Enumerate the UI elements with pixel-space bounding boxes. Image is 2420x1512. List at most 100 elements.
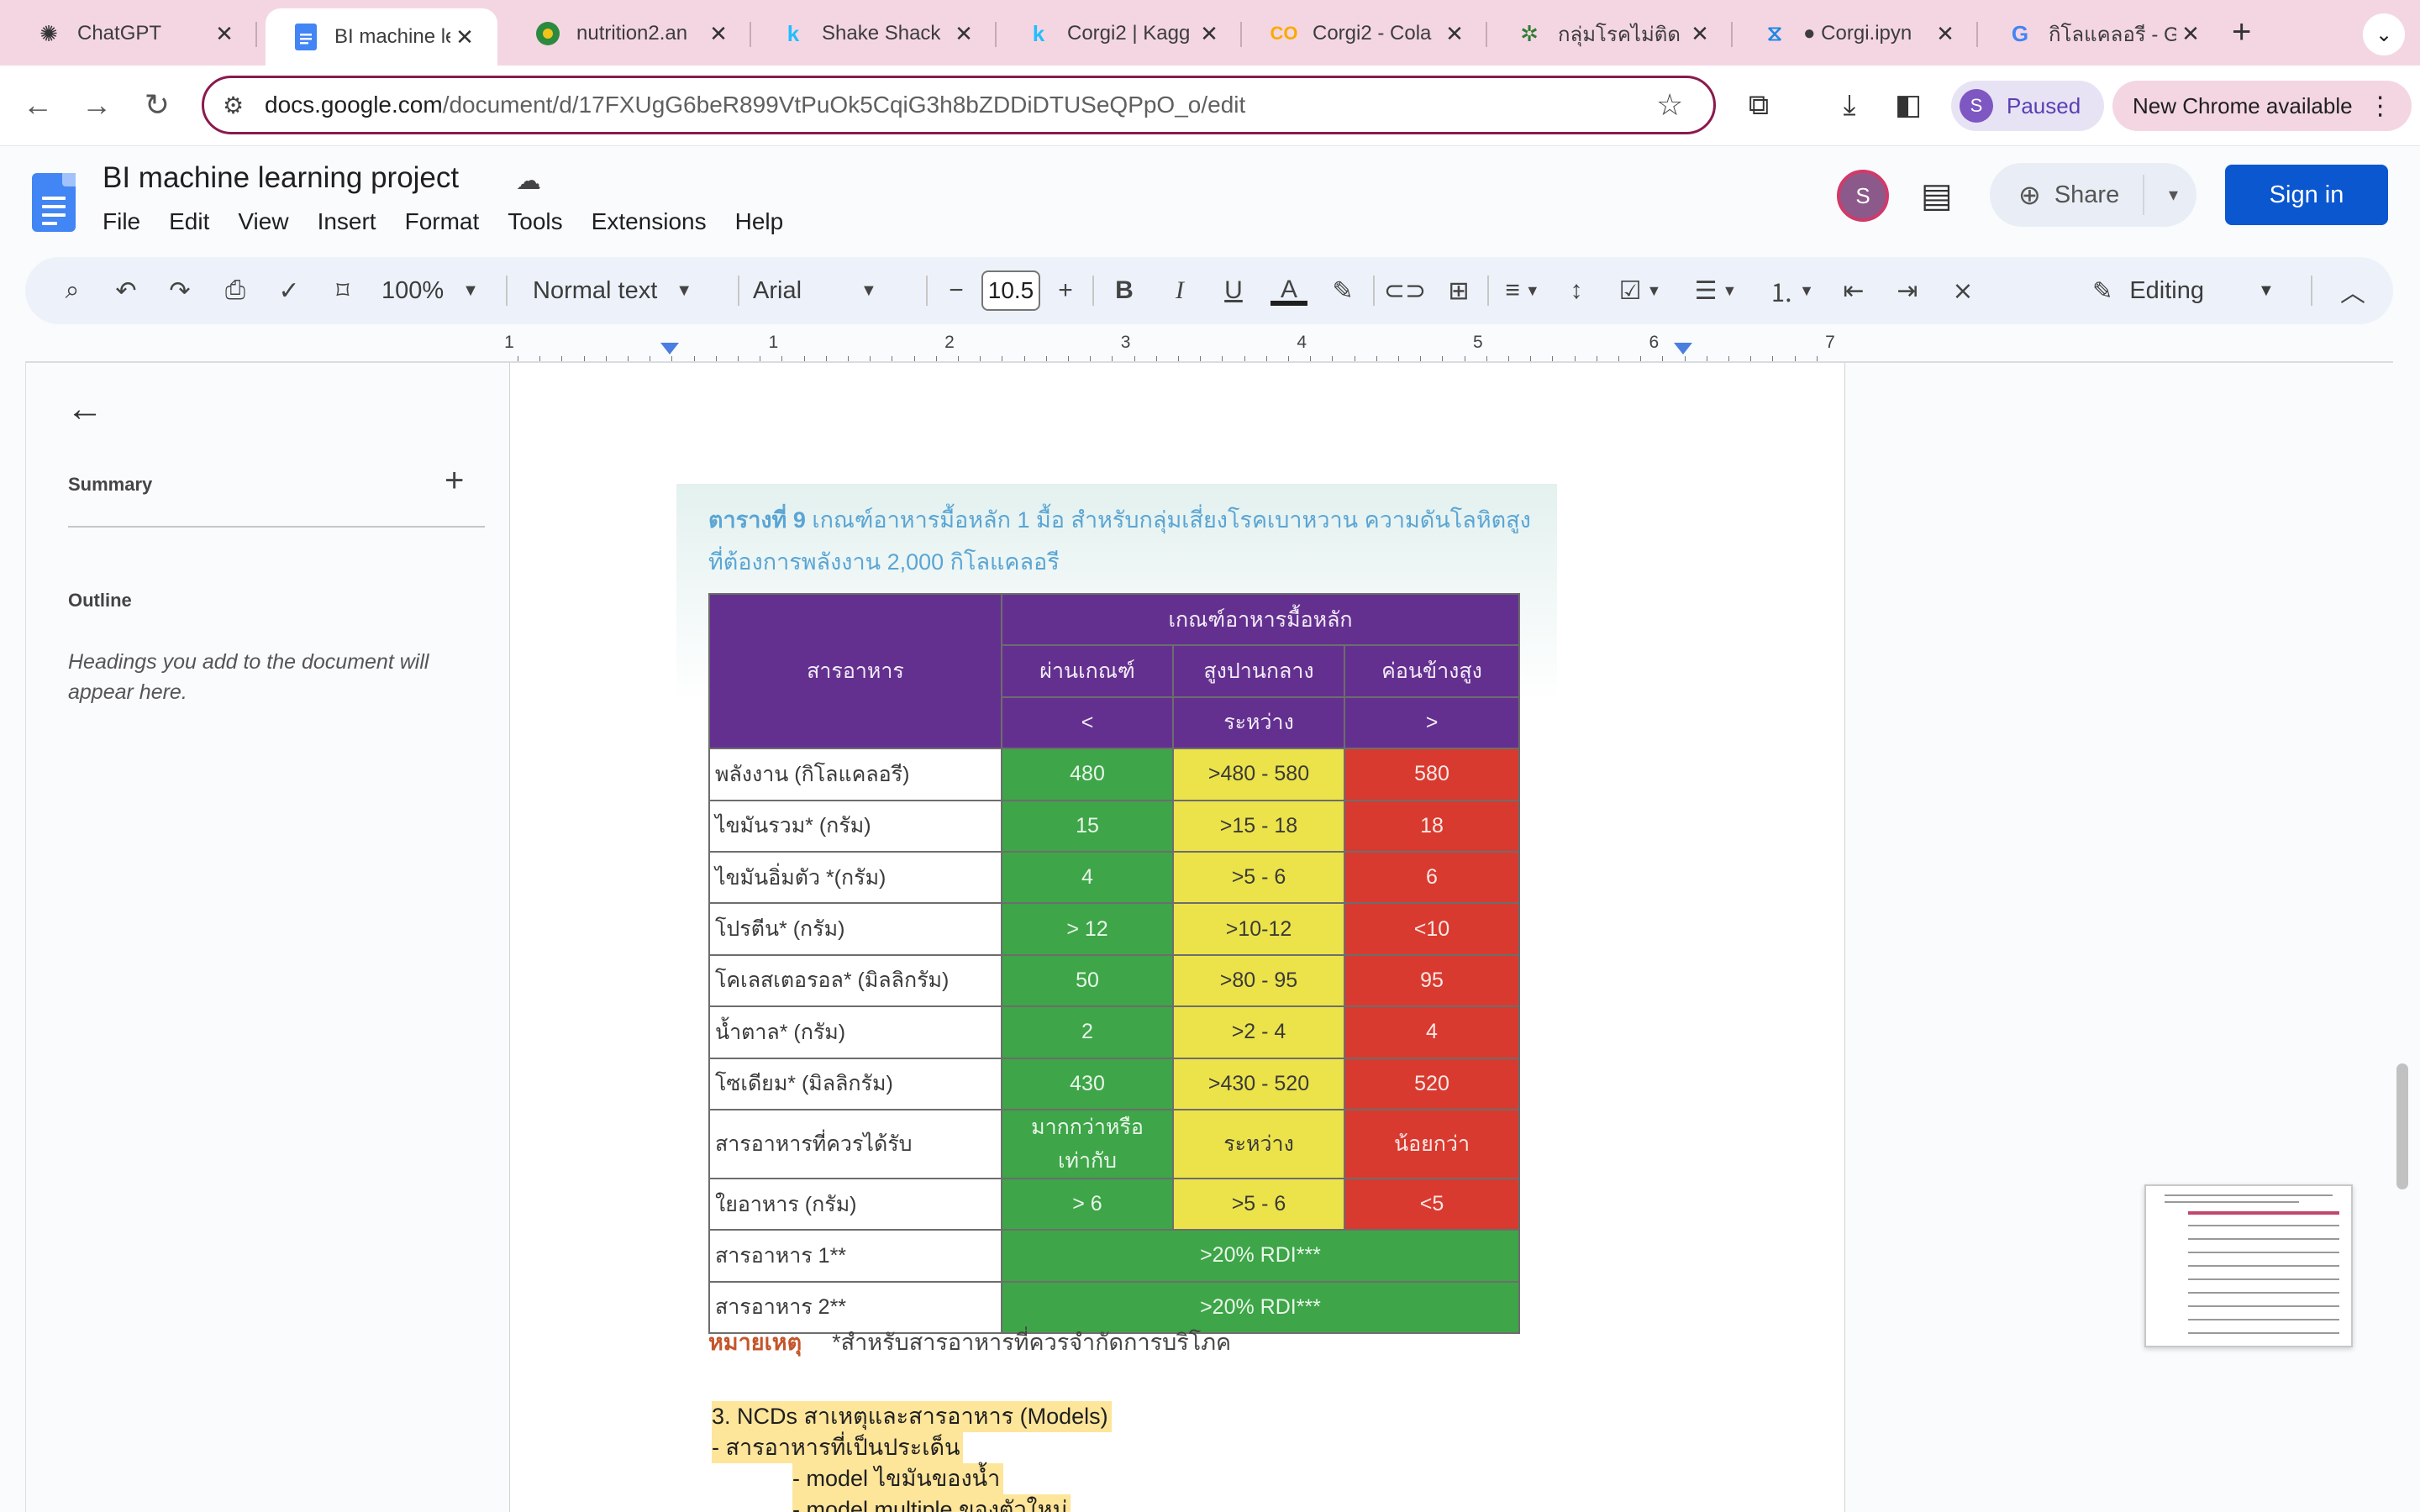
paragraph-style-select[interactable]: Normal text ▼ (533, 270, 728, 311)
body-line[interactable]: 3. NCDs สาเหตุและสารอาหาร (Models) (712, 1401, 1112, 1432)
paint-format-icon[interactable]: ⌑ (326, 270, 360, 311)
italic-icon[interactable]: I (1163, 270, 1197, 311)
address-bar[interactable]: ⚙ docs.google.com/document/d/17FXUgG6beR… (202, 76, 1716, 134)
close-tab-icon[interactable]: ✕ (1440, 21, 1469, 47)
increase-font-size-icon[interactable]: + (1049, 270, 1082, 311)
embedded-table-image[interactable]: ตารางที่ 9 เกณฑ์อาหารมื้อหลัก 1 มื้อ สำห… (676, 484, 1557, 1366)
menu-edit[interactable]: Edit (169, 208, 209, 235)
tab-ncds[interactable]: ✲ กลุ่มโรคไม่ติด ✕ (1489, 10, 1733, 57)
toolbar-divider (1487, 276, 1489, 306)
tab-shake-shack[interactable]: k Shake Shack ✕ (753, 10, 997, 57)
profile-button[interactable]: S Paused (1951, 81, 2105, 131)
menu-format[interactable]: Format (405, 208, 480, 235)
nutrient-name-cell: สารอาหารที่ควรได้รับ (708, 1108, 1002, 1179)
tab-corgi2-colab[interactable]: CO Corgi2 - Cola ✕ (1244, 10, 1487, 57)
decrease-indent-icon[interactable]: ⇤ (1837, 270, 1870, 311)
insert-link-icon[interactable]: ⊂⊃ (1384, 270, 1426, 311)
tab-bi-machine-learning[interactable]: BI machine le ✕ (266, 8, 497, 66)
close-tab-icon[interactable]: ✕ (2176, 21, 2205, 47)
close-tab-icon[interactable]: ✕ (210, 21, 239, 47)
add-summary-icon[interactable]: + (445, 462, 464, 500)
sign-in-button[interactable]: Sign in (2225, 165, 2388, 225)
undo-icon[interactable]: ↶ (109, 270, 143, 311)
outline-hint: Headings you add to the document will ap… (68, 650, 429, 704)
chevron-down-icon[interactable]: ▾ (2169, 184, 2178, 206)
summary-divider (68, 526, 485, 528)
chevron-up-icon[interactable]: ︿ (2336, 270, 2370, 311)
back-icon[interactable]: ← (18, 86, 57, 124)
tab-nutrition2[interactable]: nutrition2.an ✕ (508, 10, 751, 57)
body-line[interactable]: - สารอาหารที่เป็นประเด็น (712, 1432, 964, 1463)
bulleted-list-icon[interactable]: ☰ ▼ (1689, 270, 1743, 311)
menu-help[interactable]: Help (735, 208, 784, 235)
body-line[interactable]: - model ไขมันของน้ำ (792, 1463, 1004, 1494)
checklist-icon[interactable]: ☑ ▼ (1613, 270, 1667, 311)
forward-icon[interactable]: → (77, 86, 116, 124)
numbered-list-icon[interactable]: ⒈ ▼ (1765, 270, 1818, 311)
document-title[interactable]: BI machine learning project (103, 161, 459, 195)
tab-corgi2-kaggle[interactable]: k Corgi2 | Kagg ✕ (998, 10, 1242, 57)
left-indent-marker[interactable] (660, 343, 679, 354)
print-icon[interactable]: ⎙ (217, 270, 254, 311)
body-line[interactable]: - model multiple ของตัวใหม่ (792, 1494, 1071, 1512)
comment-history-icon[interactable]: ▤ (1921, 176, 1953, 215)
close-tab-icon[interactable]: ✕ (1195, 21, 1223, 47)
right-indent-marker[interactable] (1674, 343, 1692, 354)
cloud-saved-icon[interactable]: ☁ (516, 166, 541, 196)
menu-extensions[interactable]: Extensions (592, 208, 707, 235)
clear-formatting-icon[interactable]: ⨯ (1946, 270, 1980, 311)
site-settings-icon[interactable]: ⚙ (223, 92, 265, 119)
add-comment-icon[interactable]: ⊞ (1442, 270, 1476, 311)
font-size-input[interactable]: 10.5 (981, 270, 1040, 311)
close-tab-icon[interactable]: ✕ (450, 24, 479, 50)
increase-indent-icon[interactable]: ⇥ (1891, 270, 1924, 311)
redo-icon[interactable]: ↷ (163, 270, 197, 311)
document-page[interactable]: ตารางที่ 9 เกณฑ์อาหารมื้อหลัก 1 มื้อ สำห… (509, 363, 1845, 1512)
bookmark-star-icon[interactable]: ☆ (1656, 87, 1698, 123)
chevron-down-icon[interactable]: ⌄ (2363, 13, 2405, 55)
avatar: S (1960, 89, 1993, 123)
mid-value-cell: >430 - 520 (1172, 1057, 1345, 1110)
back-arrow-icon[interactable]: ← (66, 388, 103, 430)
tab-corgi-ipynb[interactable]: ⧖ ● Corgi.ipyn ✕ (1734, 10, 1978, 57)
close-tab-icon[interactable]: ✕ (704, 21, 733, 47)
align-icon[interactable]: ≡ ▼ (1497, 270, 1548, 311)
tab-kilocalorie-search[interactable]: G กิโลแคลอรี - G ✕ (1980, 10, 2223, 57)
tab-title-text: Corgi.ipyn (1821, 22, 1912, 45)
table-row: โคเลสเตอรอล* (มิลลิกรัม) 50 >80 - 95 95 (708, 953, 1520, 1008)
download-icon[interactable]: ⤓ (1828, 84, 1870, 126)
close-tab-icon[interactable]: ✕ (1686, 21, 1714, 47)
editing-mode-select[interactable]: ✎ Editing ▼ (2092, 270, 2294, 311)
ruler[interactable]: 1 1 2 3 4 5 6 7 (504, 333, 1845, 363)
nutrient-name-cell: โคเลสเตอรอล* (มิลลิกรัม) (708, 953, 1002, 1008)
close-tab-icon[interactable]: ✕ (950, 21, 978, 47)
reload-icon[interactable]: ↻ (138, 86, 176, 124)
spellcheck-icon[interactable]: ✓ (272, 270, 306, 311)
new-tab-icon[interactable]: + (2232, 13, 2251, 51)
google-docs-logo-icon[interactable] (32, 173, 76, 232)
page-thumbnail-preview[interactable] (2144, 1184, 2353, 1347)
update-chrome-button[interactable]: New Chrome available ⋮ (2112, 81, 2412, 131)
tab-chatgpt[interactable]: ✺ ChatGPT ✕ (8, 10, 257, 57)
menu-tools[interactable]: Tools (508, 208, 562, 235)
font-select[interactable]: Arial ▼ (753, 270, 913, 311)
menu-insert[interactable]: Insert (318, 208, 376, 235)
close-tab-icon[interactable]: ✕ (1931, 21, 1960, 47)
menu-file[interactable]: File (103, 208, 140, 235)
avatar[interactable]: S (1837, 170, 1889, 222)
underline-icon[interactable]: U (1217, 270, 1250, 311)
unsaved-dot-icon: ● (1803, 22, 1822, 45)
zoom-select[interactable]: 100% ▼ (381, 270, 482, 311)
line-spacing-icon[interactable]: ↕ (1560, 270, 1593, 311)
side-panel-icon[interactable]: ◧ (1887, 84, 1929, 126)
menu-view[interactable]: View (238, 208, 288, 235)
highlight-color-icon[interactable]: ✎ (1326, 270, 1360, 311)
url-text[interactable]: docs.google.com/document/d/17FXUgG6beR89… (265, 92, 1656, 118)
decrease-font-size-icon[interactable]: − (939, 270, 973, 311)
bold-icon[interactable]: B (1107, 270, 1141, 311)
text-color-icon[interactable]: A (1270, 270, 1307, 311)
extensions-icon[interactable]: ⧉ (1738, 84, 1780, 126)
search-menus-icon[interactable]: ⌕ (55, 270, 89, 311)
share-button[interactable]: ⊕ Share ▾ (1990, 163, 2196, 227)
vertical-scrollbar[interactable] (2396, 1063, 2408, 1189)
